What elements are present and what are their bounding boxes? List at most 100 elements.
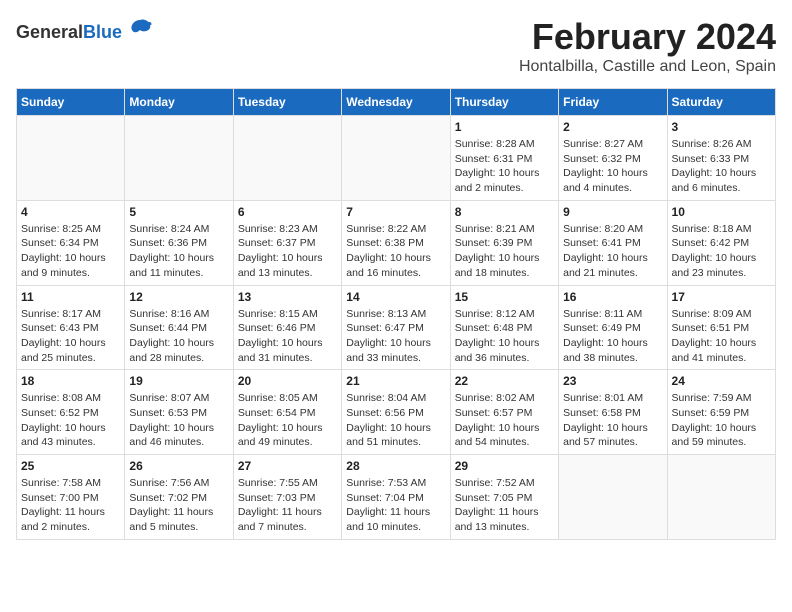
day-info: Sunrise: 8:16 AM Sunset: 6:44 PM Dayligh… <box>129 307 228 366</box>
day-number: 19 <box>129 374 228 388</box>
calendar-cell: 28 Sunrise: 7:53 AM Sunset: 7:04 PM Dayli… <box>342 455 450 540</box>
day-number: 13 <box>238 290 337 304</box>
calendar-week-row: 18Sunrise: 8:08 AM Sunset: 6:52 PM Dayli… <box>17 370 776 455</box>
day-info: Sunrise: 8:28 AM Sunset: 6:31 PM Dayligh… <box>455 137 554 196</box>
calendar-cell <box>17 116 125 201</box>
day-info: Sunrise: 7:58 AM Sunset: 7:00 PM Dayligh… <box>21 476 120 535</box>
weekday-header-monday: Monday <box>125 89 233 116</box>
weekday-header-wednesday: Wednesday <box>342 89 450 116</box>
logo: GeneralBlue <box>16 16 154 49</box>
calendar-cell <box>559 455 667 540</box>
calendar-cell: 26 Sunrise: 7:56 AM Sunset: 7:02 PM Dayli… <box>125 455 233 540</box>
calendar-cell: 22 Sunrise: 8:02 AM Sunset: 6:57 PM Dayli… <box>450 370 558 455</box>
day-number: 24 <box>672 374 771 388</box>
calendar-cell: 20Sunrise: 8:05 AM Sunset: 6:54 PM Dayli… <box>233 370 341 455</box>
calendar-cell: 16 Sunrise: 8:11 AM Sunset: 6:49 PM Dayli… <box>559 285 667 370</box>
day-info: Sunrise: 8:02 AM Sunset: 6:57 PM Dayligh… <box>455 391 554 450</box>
day-number: 11 <box>21 290 120 304</box>
day-number: 9 <box>563 205 662 219</box>
calendar-cell: 15 Sunrise: 8:12 AM Sunset: 6:48 PM Dayli… <box>450 285 558 370</box>
day-info: Sunrise: 8:21 AM Sunset: 6:39 PM Dayligh… <box>455 222 554 281</box>
day-number: 2 <box>563 120 662 134</box>
day-info: Sunrise: 8:18 AM Sunset: 6:42 PM Dayligh… <box>672 222 771 281</box>
day-info: Sunrise: 8:26 AM Sunset: 6:33 PM Dayligh… <box>672 137 771 196</box>
calendar-cell: 2 Sunrise: 8:27 AM Sunset: 6:32 PM Daylig… <box>559 116 667 201</box>
calendar-cell <box>342 116 450 201</box>
calendar-cell: 21 Sunrise: 8:04 AM Sunset: 6:56 PM Dayli… <box>342 370 450 455</box>
day-number: 16 <box>563 290 662 304</box>
calendar-cell <box>125 116 233 201</box>
calendar-cell: 17 Sunrise: 8:09 AM Sunset: 6:51 PM Dayli… <box>667 285 775 370</box>
calendar-cell: 13Sunrise: 8:15 AM Sunset: 6:46 PM Dayli… <box>233 285 341 370</box>
calendar-cell: 3 Sunrise: 8:26 AM Sunset: 6:33 PM Daylig… <box>667 116 775 201</box>
day-info: Sunrise: 8:12 AM Sunset: 6:48 PM Dayligh… <box>455 307 554 366</box>
calendar-week-row: 4 Sunrise: 8:25 AM Sunset: 6:34 PM Daylig… <box>17 200 776 285</box>
day-info: Sunrise: 8:09 AM Sunset: 6:51 PM Dayligh… <box>672 307 771 366</box>
day-info: Sunrise: 8:08 AM Sunset: 6:52 PM Dayligh… <box>21 391 120 450</box>
calendar-cell: 10 Sunrise: 8:18 AM Sunset: 6:42 PM Dayli… <box>667 200 775 285</box>
calendar-cell <box>233 116 341 201</box>
day-number: 29 <box>455 459 554 473</box>
calendar-cell: 5Sunrise: 8:24 AM Sunset: 6:36 PM Daylig… <box>125 200 233 285</box>
day-number: 4 <box>21 205 120 219</box>
logo-bird-icon <box>126 16 154 49</box>
day-number: 25 <box>21 459 120 473</box>
day-number: 15 <box>455 290 554 304</box>
day-number: 23 <box>563 374 662 388</box>
calendar-cell: 9 Sunrise: 8:20 AM Sunset: 6:41 PM Daylig… <box>559 200 667 285</box>
calendar-cell: 1 Sunrise: 8:28 AM Sunset: 6:31 PM Daylig… <box>450 116 558 201</box>
day-number: 27 <box>238 459 337 473</box>
day-number: 22 <box>455 374 554 388</box>
day-number: 8 <box>455 205 554 219</box>
day-info: Sunrise: 8:11 AM Sunset: 6:49 PM Dayligh… <box>563 307 662 366</box>
day-info: Sunrise: 8:24 AM Sunset: 6:36 PM Dayligh… <box>129 222 228 281</box>
calendar-cell: 11 Sunrise: 8:17 AM Sunset: 6:43 PM Dayli… <box>17 285 125 370</box>
day-number: 3 <box>672 120 771 134</box>
calendar-cell <box>667 455 775 540</box>
day-number: 1 <box>455 120 554 134</box>
day-info: Sunrise: 7:52 AM Sunset: 7:05 PM Dayligh… <box>455 476 554 535</box>
day-number: 21 <box>346 374 445 388</box>
calendar-week-row: 11 Sunrise: 8:17 AM Sunset: 6:43 PM Dayli… <box>17 285 776 370</box>
day-info: Sunrise: 8:04 AM Sunset: 6:56 PM Dayligh… <box>346 391 445 450</box>
calendar-cell: 18Sunrise: 8:08 AM Sunset: 6:52 PM Dayli… <box>17 370 125 455</box>
logo-general-text: General <box>16 22 83 42</box>
day-info: Sunrise: 8:27 AM Sunset: 6:32 PM Dayligh… <box>563 137 662 196</box>
calendar-table: SundayMondayTuesdayWednesdayThursdayFrid… <box>16 88 776 540</box>
calendar-cell: 14Sunrise: 8:13 AM Sunset: 6:47 PM Dayli… <box>342 285 450 370</box>
day-number: 20 <box>238 374 337 388</box>
day-number: 17 <box>672 290 771 304</box>
calendar-cell: 25 Sunrise: 7:58 AM Sunset: 7:00 PM Dayli… <box>17 455 125 540</box>
day-info: Sunrise: 8:01 AM Sunset: 6:58 PM Dayligh… <box>563 391 662 450</box>
day-number: 7 <box>346 205 445 219</box>
calendar-cell: 27 Sunrise: 7:55 AM Sunset: 7:03 PM Dayli… <box>233 455 341 540</box>
calendar-cell: 19Sunrise: 8:07 AM Sunset: 6:53 PM Dayli… <box>125 370 233 455</box>
day-number: 10 <box>672 205 771 219</box>
day-info: Sunrise: 8:23 AM Sunset: 6:37 PM Dayligh… <box>238 222 337 281</box>
calendar-cell: 4 Sunrise: 8:25 AM Sunset: 6:34 PM Daylig… <box>17 200 125 285</box>
weekday-header-thursday: Thursday <box>450 89 558 116</box>
day-info: Sunrise: 8:20 AM Sunset: 6:41 PM Dayligh… <box>563 222 662 281</box>
day-number: 26 <box>129 459 228 473</box>
calendar-cell: 23 Sunrise: 8:01 AM Sunset: 6:58 PM Dayli… <box>559 370 667 455</box>
calendar-cell: 12 Sunrise: 8:16 AM Sunset: 6:44 PM Dayli… <box>125 285 233 370</box>
month-year-title: February 2024 <box>519 16 776 58</box>
day-number: 12 <box>129 290 228 304</box>
calendar-week-row: 1 Sunrise: 8:28 AM Sunset: 6:31 PM Daylig… <box>17 116 776 201</box>
day-info: Sunrise: 8:17 AM Sunset: 6:43 PM Dayligh… <box>21 307 120 366</box>
day-info: Sunrise: 8:22 AM Sunset: 6:38 PM Dayligh… <box>346 222 445 281</box>
day-number: 6 <box>238 205 337 219</box>
day-info: Sunrise: 7:55 AM Sunset: 7:03 PM Dayligh… <box>238 476 337 535</box>
weekday-header-row: SundayMondayTuesdayWednesdayThursdayFrid… <box>17 89 776 116</box>
title-block: February 2024 Hontalbilla, Castille and … <box>519 16 776 76</box>
calendar-cell: 6 Sunrise: 8:23 AM Sunset: 6:37 PM Daylig… <box>233 200 341 285</box>
calendar-cell: 8 Sunrise: 8:21 AM Sunset: 6:39 PM Daylig… <box>450 200 558 285</box>
weekday-header-friday: Friday <box>559 89 667 116</box>
day-number: 28 <box>346 459 445 473</box>
day-info: Sunrise: 7:56 AM Sunset: 7:02 PM Dayligh… <box>129 476 228 535</box>
calendar-cell: 7 Sunrise: 8:22 AM Sunset: 6:38 PM Daylig… <box>342 200 450 285</box>
day-info: Sunrise: 7:53 AM Sunset: 7:04 PM Dayligh… <box>346 476 445 535</box>
day-info: Sunrise: 8:13 AM Sunset: 6:47 PM Dayligh… <box>346 307 445 366</box>
day-info: Sunrise: 8:25 AM Sunset: 6:34 PM Dayligh… <box>21 222 120 281</box>
weekday-header-sunday: Sunday <box>17 89 125 116</box>
